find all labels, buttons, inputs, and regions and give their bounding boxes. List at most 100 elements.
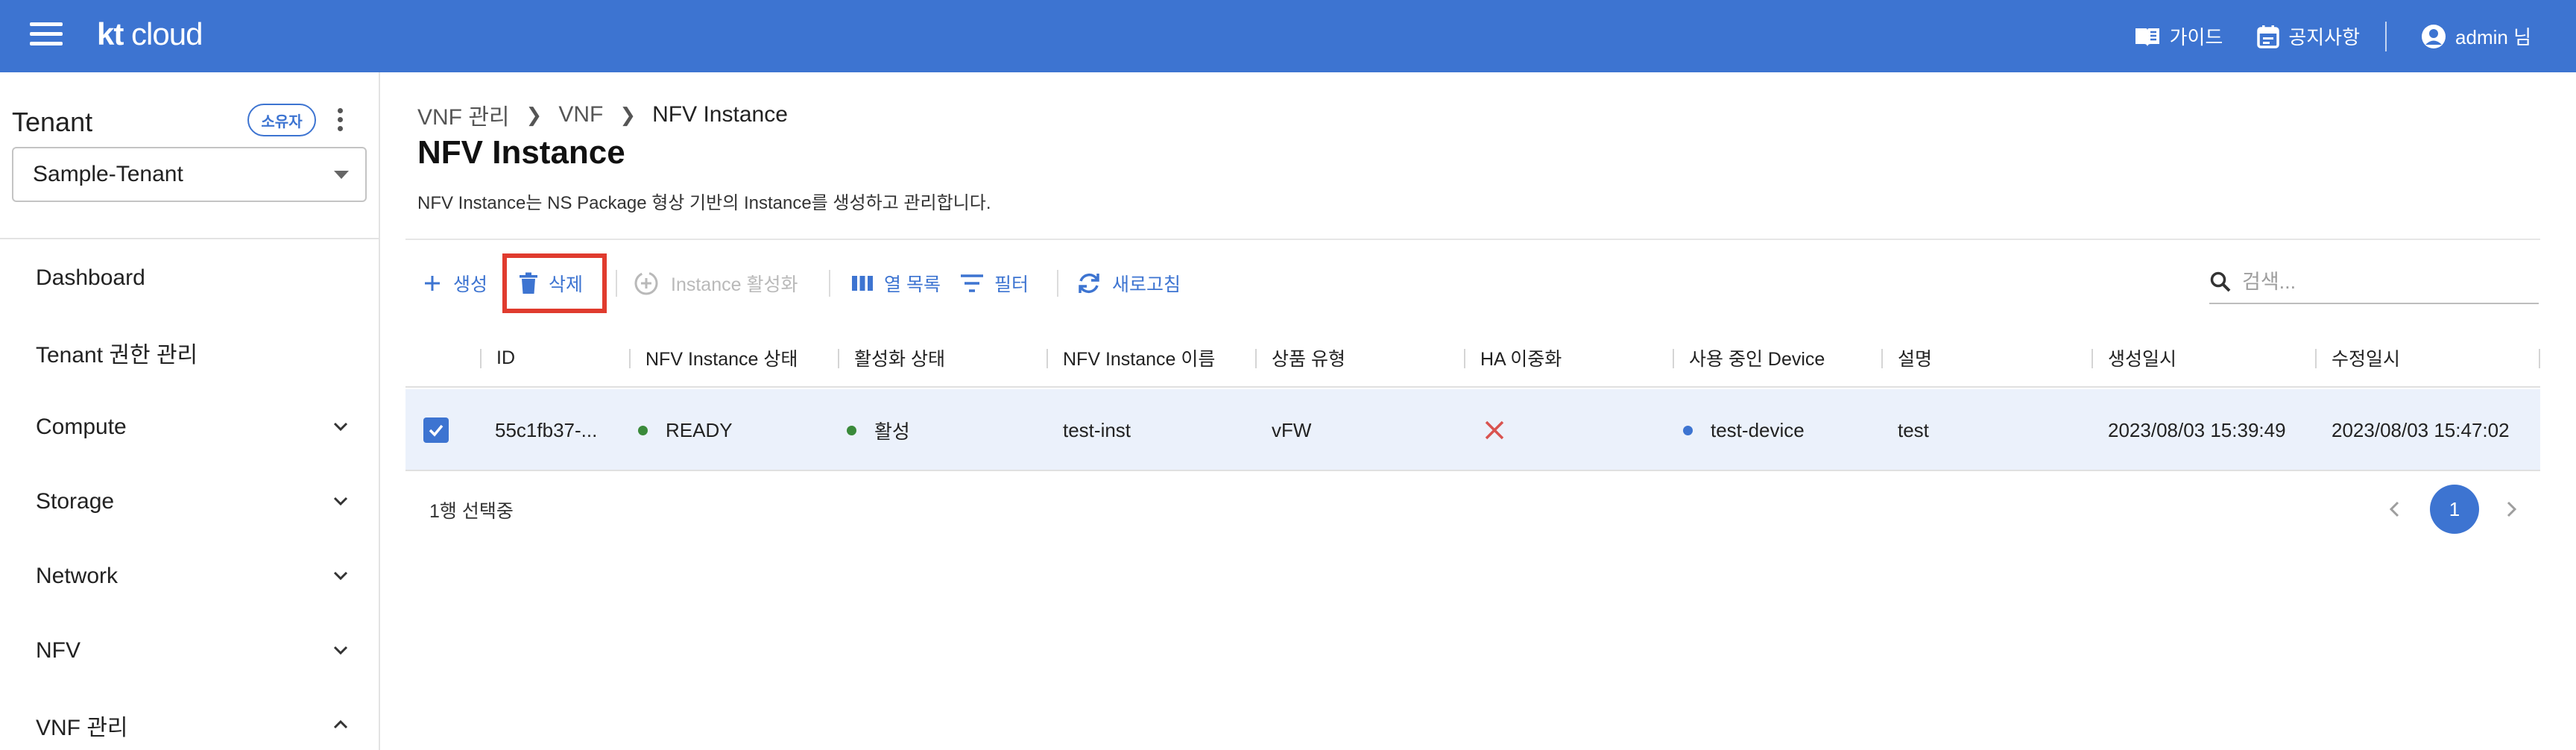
next-page-button[interactable] (2501, 485, 2521, 534)
breadcrumb-item-vnf[interactable]: VNF (558, 102, 603, 127)
prev-page-button[interactable] (2385, 485, 2405, 534)
breadcrumb: VNF 관리 ❯ VNF ❯ NFV Instance (417, 98, 788, 131)
toolbar-divider (1057, 270, 1058, 297)
chevron-up-icon (333, 719, 348, 729)
filter-button[interactable]: 필터 (960, 262, 1029, 304)
column-header-id[interactable]: ID (496, 328, 515, 388)
notice-link[interactable]: 공지사항 (2257, 22, 2360, 50)
create-button[interactable]: 생성 (422, 262, 487, 304)
sidebar-item-dashboard[interactable]: Dashboard (36, 256, 349, 300)
sidebar-item-label: NFV (36, 638, 80, 663)
guide-link[interactable]: 가이드 (2134, 22, 2223, 50)
book-icon (2135, 28, 2159, 46)
cell-device-text: test-device (1711, 418, 1805, 441)
plus-icon (425, 276, 440, 291)
column-header-modified[interactable]: 수정일시 (2332, 328, 2400, 388)
sidebar-item-network[interactable]: Network (36, 554, 349, 599)
search-icon (2210, 271, 2231, 292)
column-divider (2315, 349, 2317, 368)
column-divider (1255, 349, 1257, 368)
guide-label: 가이드 (2169, 26, 2223, 48)
refresh-label: 새로고침 (1112, 274, 1181, 295)
columns-label: 열 목록 (884, 274, 941, 295)
tenant-select[interactable]: Sample-Tenant (12, 147, 367, 202)
table-header: ID NFV Instance 상태 활성화 상태 NFV Instance 이… (405, 328, 2540, 388)
cell-active-text: 활성 (874, 420, 910, 443)
sidebar-divider (0, 238, 379, 239)
sidebar-item-tenant-permissions[interactable]: Tenant 권한 관리 (36, 330, 349, 375)
status-dot-icon (638, 425, 648, 435)
cell-product-type: vFW (1272, 418, 1312, 441)
column-header-description[interactable]: 설명 (1898, 328, 1932, 388)
column-divider (1881, 349, 1883, 368)
search-field[interactable] (2209, 261, 2539, 304)
column-divider (2539, 349, 2540, 368)
column-divider (838, 349, 839, 368)
column-divider (1673, 349, 1674, 368)
column-divider (480, 349, 482, 368)
delete-highlight-box (502, 253, 607, 313)
column-divider (1046, 349, 1048, 368)
sidebar-item-label: Storage (36, 489, 115, 514)
kt-cloud-logo[interactable]: kt cloud (97, 16, 203, 52)
column-header-state[interactable]: NFV Instance 상태 (645, 328, 798, 388)
page-description: NFV Instance는 NS Package 형상 기반의 Instance… (417, 193, 991, 213)
notice-label: 공지사항 (2288, 26, 2361, 48)
toolbar-divider (829, 270, 830, 297)
search-input[interactable] (2242, 270, 2525, 294)
column-header-device[interactable]: 사용 중인 Device (1689, 328, 1825, 388)
user-label: admin 님 (2455, 26, 2531, 48)
view-column-icon (852, 276, 873, 291)
sidebar-item-nfv[interactable]: NFV (36, 628, 349, 673)
sidebar-item-compute[interactable]: Compute (36, 405, 349, 450)
sidebar-item-label: Dashboard (36, 265, 145, 290)
close-x-icon (1485, 420, 1504, 440)
chevron-down-icon (333, 422, 348, 432)
cell-created: 2023/08/03 15:39:49 (2108, 418, 2286, 441)
chevron-down-icon (333, 497, 348, 506)
cell-name: test-inst (1063, 418, 1131, 441)
status-dot-icon (847, 425, 856, 435)
sidebar-item-label: Compute (36, 415, 127, 439)
top-app-bar: kt cloud 가이드 공지사항 admin 님 (0, 0, 2576, 72)
chevron-left-icon (2389, 501, 2399, 517)
column-divider (629, 349, 631, 368)
refresh-button[interactable]: 새로고침 (1076, 262, 1181, 304)
row-checkbox[interactable] (423, 389, 449, 471)
filter-label: 필터 (994, 274, 1029, 295)
tenant-select-value: Sample-Tenant (33, 162, 183, 186)
table-row[interactable]: 55c1fb37-... READY 활성 test-inst vFW test… (405, 389, 2540, 471)
column-header-name[interactable]: NFV Instance 이름 (1063, 328, 1215, 388)
cell-active: 활성 (847, 389, 910, 471)
header-divider (2385, 21, 2387, 51)
header-divider (405, 239, 2540, 240)
calendar-icon (2257, 25, 2280, 48)
activate-instance-button[interactable]: Instance 활성화 (632, 262, 798, 304)
column-header-active[interactable]: 활성화 상태 (854, 328, 945, 388)
hamburger-menu-icon[interactable] (30, 22, 63, 49)
refresh-icon (1079, 273, 1099, 294)
create-label: 생성 (453, 274, 488, 295)
sidebar-item-label: VNF 관리 (36, 716, 128, 740)
user-menu[interactable]: admin 님 (2421, 22, 2531, 50)
cell-state: READY (638, 389, 733, 471)
column-header-created[interactable]: 생성일시 (2108, 328, 2176, 388)
sidebar-item-vnf-management[interactable]: VNF 관리 (36, 703, 349, 748)
filter-list-icon (961, 274, 983, 292)
sidebar-item-storage[interactable]: Storage (36, 479, 349, 524)
columns-button[interactable]: 열 목록 (851, 262, 941, 304)
sidebar-item-label: Network (36, 564, 119, 588)
column-header-ha[interactable]: HA 이중화 (1480, 328, 1562, 388)
breadcrumb-item-vnf-management[interactable]: VNF 관리 (417, 98, 510, 131)
column-divider (2092, 349, 2093, 368)
selection-status: 1행 선택중 (429, 501, 514, 522)
sidebar-item-label: Tenant 권한 관리 (36, 343, 198, 368)
cell-modified: 2023/08/03 15:47:02 (2332, 418, 2510, 441)
column-divider (1464, 349, 1465, 368)
chevron-down-icon (333, 571, 348, 581)
breadcrumb-item-current: NFV Instance (652, 102, 788, 127)
cell-ha (1483, 389, 1506, 471)
column-header-product-type[interactable]: 상품 유형 (1272, 328, 1345, 388)
more-vert-icon[interactable] (332, 108, 347, 135)
page-number-current[interactable]: 1 (2430, 485, 2479, 534)
